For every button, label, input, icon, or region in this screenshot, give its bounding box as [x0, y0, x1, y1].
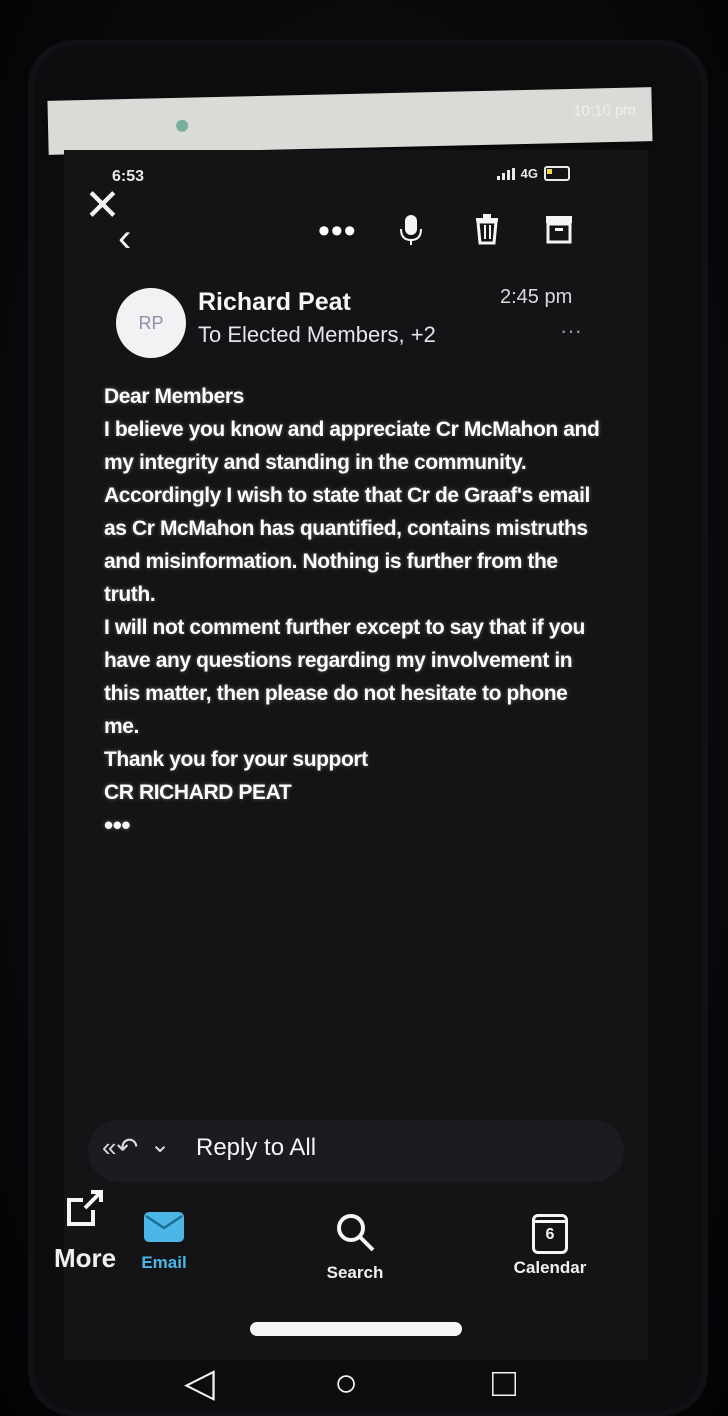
battery-icon — [544, 166, 570, 181]
microphone-icon[interactable] — [392, 210, 430, 248]
banner-time: 10:10 pm — [573, 101, 637, 120]
reply-all-label[interactable]: Reply to All — [196, 1134, 316, 1162]
email-toolbar: ‹ ••• — [92, 196, 588, 266]
body-paragraph: I will not comment further except to say… — [104, 616, 585, 738]
search-icon — [337, 1214, 375, 1252]
system-recents-icon[interactable]: □ — [492, 1360, 516, 1406]
signal-icon — [496, 167, 515, 180]
network-type: 4G — [520, 166, 538, 181]
avatar[interactable]: RP — [116, 288, 186, 358]
calendar-icon: 6 — [532, 1214, 568, 1254]
body-paragraph: Accordingly I wish to state that Cr de G… — [104, 484, 590, 606]
envelope-icon — [144, 1212, 184, 1242]
nav-item-email[interactable]: Email — [124, 1210, 204, 1273]
trash-icon[interactable] — [468, 210, 506, 248]
greeting: Dear Members — [104, 385, 244, 408]
nav-item-more[interactable]: More — [40, 1186, 130, 1274]
message-options-button[interactable]: ··· — [560, 318, 582, 344]
archive-icon[interactable] — [540, 210, 578, 248]
received-time: 2:45 pm — [500, 286, 573, 308]
nav-label-search: Search — [326, 1263, 384, 1282]
status-bar: 6:53 4G — [76, 158, 588, 194]
show-quoted-button[interactable]: ••• — [104, 809, 604, 842]
bottom-navigation: More Email Search 6 Calendar — [30, 1180, 630, 1320]
system-back-icon[interactable]: ◁ — [184, 1360, 215, 1406]
chevron-down-icon[interactable]: ⌄ — [150, 1130, 170, 1159]
nav-label-more: More — [53, 1243, 117, 1273]
signature: CR RICHARD PEAT — [104, 781, 292, 804]
reply-all-icon[interactable]: «↶ — [102, 1132, 138, 1163]
reply-bar[interactable]: «↶ ⌄ Reply to All — [88, 1120, 624, 1182]
back-chevron-icon[interactable]: ‹ — [118, 218, 131, 258]
share-out-icon — [67, 1190, 103, 1226]
email-body: Dear Members I believe you know and appr… — [104, 380, 604, 842]
nav-label-email: Email — [141, 1253, 187, 1272]
calendar-date: 6 — [545, 1226, 555, 1243]
system-navigation: ◁ ○ □ — [150, 1360, 570, 1416]
signoff: Thank you for your support — [104, 748, 368, 771]
recipients-line[interactable]: To Elected Members, +2 — [198, 322, 436, 348]
nav-item-calendar[interactable]: 6 Calendar — [500, 1214, 600, 1278]
body-paragraph: I believe you know and appreciate Cr McM… — [104, 418, 600, 474]
more-actions-button[interactable]: ••• — [318, 212, 357, 251]
status-indicators: 4G — [496, 166, 570, 181]
nav-item-search[interactable]: Search — [310, 1210, 400, 1283]
banner-dot-icon — [175, 119, 189, 132]
sender-name[interactable]: Richard Peat — [198, 288, 351, 317]
nav-label-calendar: Calendar — [513, 1258, 587, 1277]
system-home-icon[interactable]: ○ — [334, 1360, 358, 1406]
home-indicator[interactable] — [250, 1322, 462, 1336]
